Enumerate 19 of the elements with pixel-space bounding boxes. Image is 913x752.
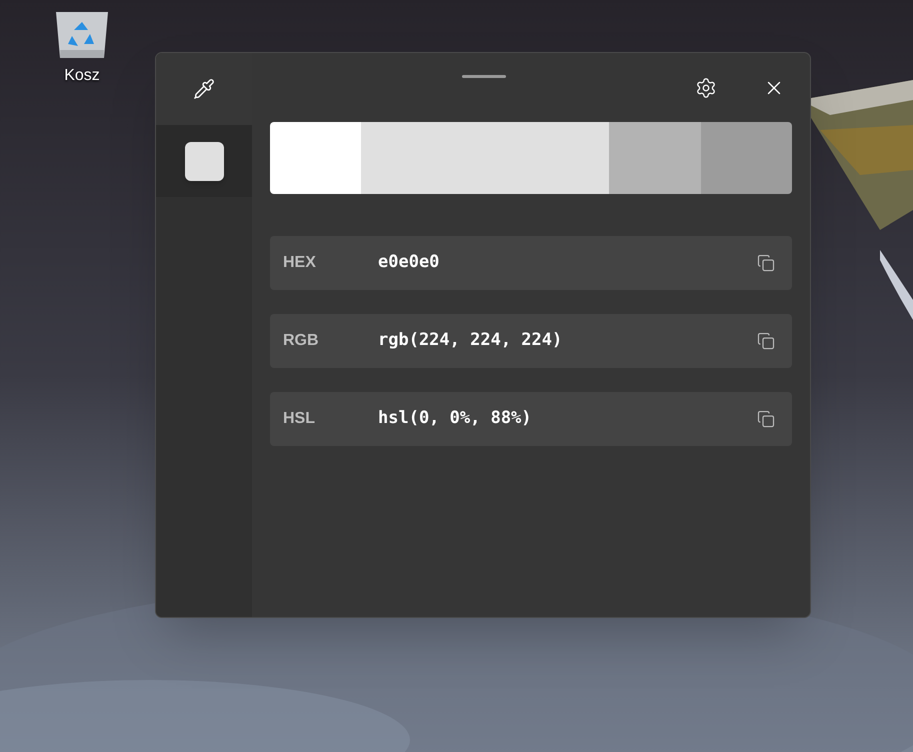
format-value[interactable]: rgb(224, 224, 224) xyxy=(378,328,562,354)
desktop-icon-label[interactable]: Kosz xyxy=(64,68,100,84)
color-shade[interactable] xyxy=(700,122,792,194)
color-shade[interactable] xyxy=(270,122,362,194)
format-label: HEX xyxy=(283,253,317,273)
copy-icon xyxy=(757,254,775,272)
recycle-bin-icon xyxy=(54,10,110,60)
copy-icon xyxy=(757,332,775,350)
format-value[interactable]: hsl(0, 0%, 88%) xyxy=(378,406,532,432)
drag-handle[interactable] xyxy=(462,75,506,78)
eyedropper-icon xyxy=(193,78,215,100)
format-label: RGB xyxy=(283,331,320,351)
history-item[interactable] xyxy=(156,125,252,197)
settings-icon xyxy=(695,76,717,98)
color-shade[interactable] xyxy=(609,122,701,194)
format-value[interactable]: e0e0e0 xyxy=(378,250,440,276)
color-shade[interactable] xyxy=(361,122,610,194)
copy-icon xyxy=(757,410,775,428)
format-label: HSL xyxy=(283,409,316,429)
